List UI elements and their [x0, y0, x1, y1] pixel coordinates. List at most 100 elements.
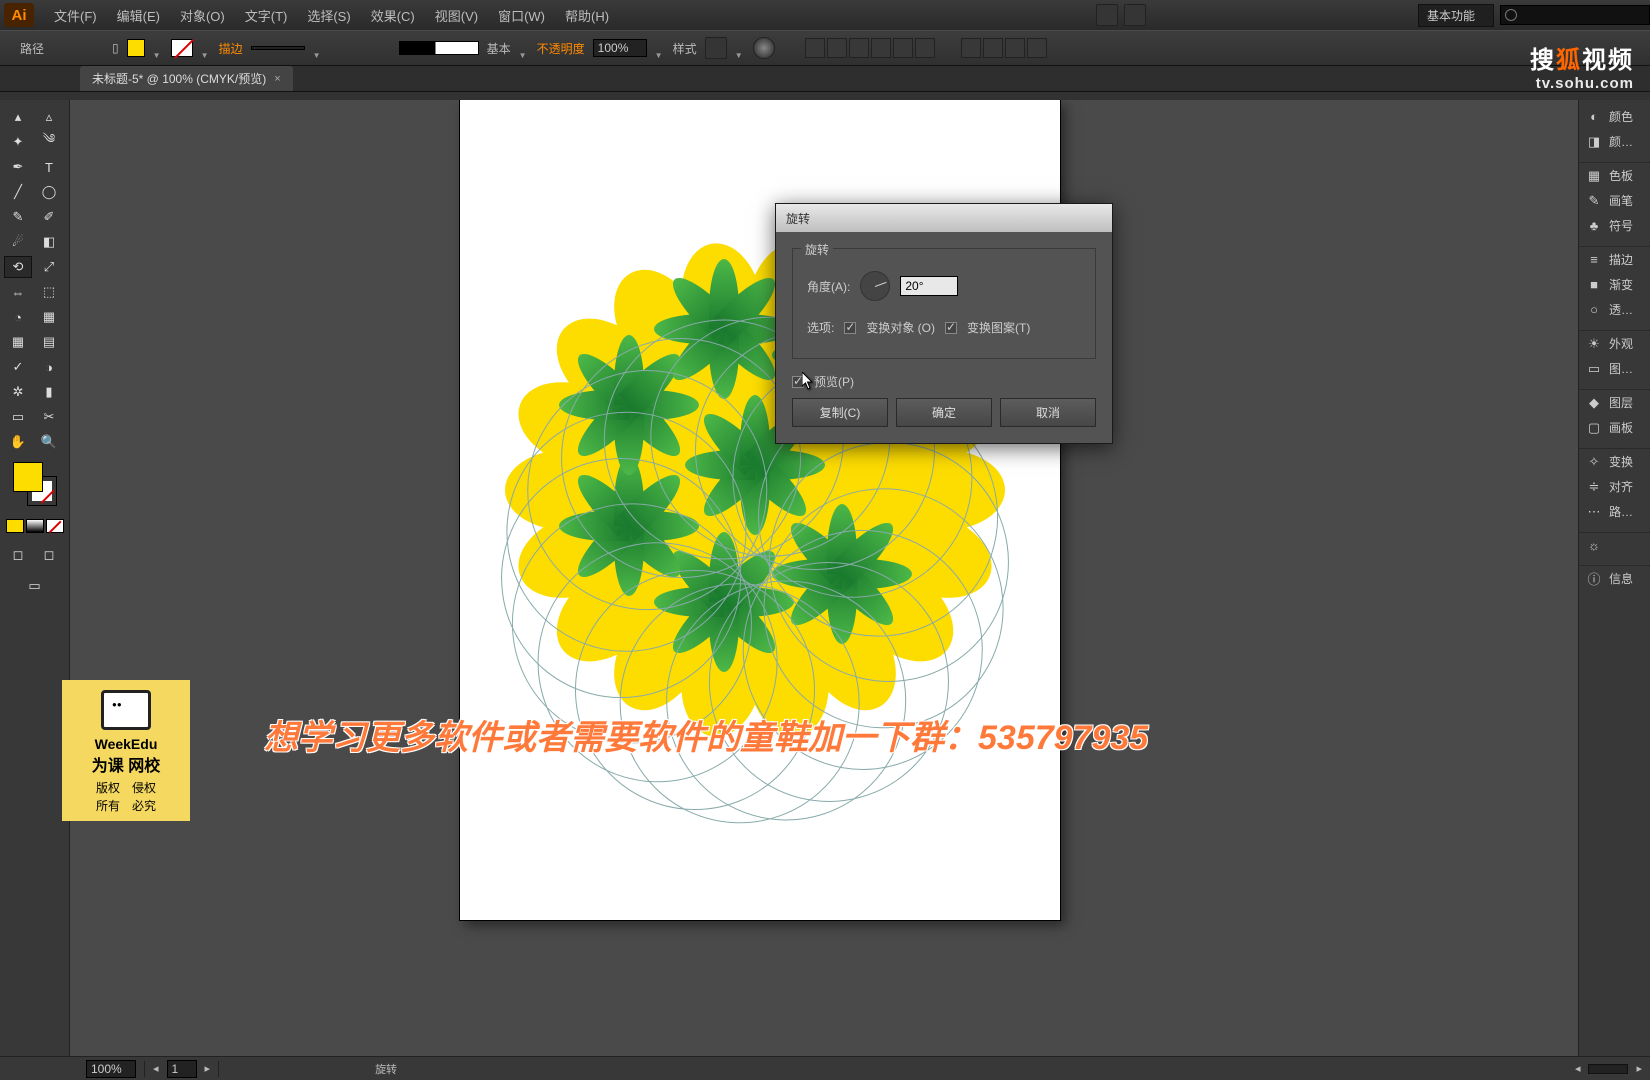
zoom-field[interactable]: 100% — [86, 1060, 136, 1078]
y-field-icon[interactable] — [983, 38, 1003, 58]
color-mode-icon[interactable] — [6, 519, 24, 533]
stroke-weight-dd-icon[interactable] — [313, 43, 323, 53]
ellipse-tool-icon[interactable]: ◯ — [35, 181, 63, 203]
scroll-left-icon[interactable]: ◂ — [1575, 1062, 1581, 1075]
type-tool-icon[interactable]: T — [35, 156, 63, 178]
eyedropper-tool-icon[interactable]: ✓ — [4, 356, 32, 378]
hand-tool-icon[interactable]: ✋ — [4, 431, 32, 453]
scroll-right-icon[interactable]: ▸ — [1636, 1062, 1642, 1075]
cancel-button[interactable]: 取消 — [1000, 398, 1096, 427]
dock-item-2[interactable]: ▦色板 — [1579, 163, 1650, 188]
screen-mode-icon[interactable]: ▭ — [21, 575, 49, 597]
lasso-tool-icon[interactable]: ༄ — [35, 131, 63, 153]
slice-tool-icon[interactable]: ✂ — [35, 406, 63, 428]
dock-item-7[interactable]: ○透… — [1579, 297, 1650, 322]
stroke-link-label[interactable]: 描边 — [219, 40, 243, 57]
bridge-icon[interactable] — [1096, 4, 1118, 26]
blend-tool-icon[interactable]: ◑ — [35, 356, 63, 378]
artboard-tool-icon[interactable]: ▭ — [4, 406, 32, 428]
zoom-tool-icon[interactable]: 🔍 — [35, 431, 63, 453]
graph-tool-icon[interactable]: ▮ — [35, 381, 63, 403]
pencil-tool-icon[interactable]: ✐ — [35, 206, 63, 228]
align-right-icon[interactable] — [849, 38, 869, 58]
fill-stroke-control[interactable] — [13, 462, 57, 506]
search-input[interactable] — [1500, 5, 1650, 25]
fill-dropdown-icon[interactable] — [153, 43, 163, 53]
menu-effect[interactable]: 效果(C) — [361, 6, 425, 25]
menu-object[interactable]: 对象(O) — [170, 6, 235, 25]
drawmode-normal-icon[interactable]: ◻ — [4, 544, 32, 566]
menu-edit[interactable]: 编辑(E) — [107, 6, 170, 25]
h-field-icon[interactable] — [1027, 38, 1047, 58]
w-field-icon[interactable] — [1005, 38, 1025, 58]
arrange-docs-icon[interactable] — [1124, 4, 1146, 26]
opacity-field[interactable]: 100% — [593, 39, 647, 57]
align-bottom-icon[interactable] — [915, 38, 935, 58]
opacity-dd-icon[interactable] — [655, 43, 665, 53]
dialog-title[interactable]: 旋转 — [776, 204, 1112, 232]
dock-item-16[interactable]: ⓘ信息 — [1579, 566, 1650, 591]
dock-item-8[interactable]: ☀外观 — [1579, 331, 1650, 356]
dock-item-11[interactable]: ▢画板 — [1579, 415, 1650, 440]
dock-item-9[interactable]: ▭图… — [1579, 356, 1650, 381]
menu-file[interactable]: 文件(F) — [44, 6, 107, 25]
transform-objects-checkbox[interactable] — [844, 322, 856, 334]
dock-item-13[interactable]: ≑对齐 — [1579, 474, 1650, 499]
angle-input[interactable] — [900, 276, 958, 296]
angle-dial-icon[interactable] — [860, 271, 890, 301]
recolor-icon[interactable] — [753, 37, 775, 59]
x-field-icon[interactable] — [961, 38, 981, 58]
preview-checkbox[interactable] — [792, 376, 804, 388]
magic-wand-tool-icon[interactable]: ✦ — [4, 131, 32, 153]
gradient-tool-icon[interactable]: ▤ — [35, 331, 63, 353]
menu-window[interactable]: 窗口(W) — [488, 6, 555, 25]
tab-close-icon[interactable]: × — [274, 73, 280, 85]
menu-help[interactable]: 帮助(H) — [555, 6, 619, 25]
shape-builder-tool-icon[interactable]: ◔ — [4, 306, 32, 328]
dock-item-4[interactable]: ♣符号 — [1579, 213, 1650, 238]
dock-item-15[interactable]: ☼ — [1579, 533, 1650, 557]
stroke-swatch[interactable] — [171, 39, 193, 57]
dock-item-0[interactable]: ◐颜色 — [1579, 104, 1650, 129]
menu-select[interactable]: 选择(S) — [297, 6, 360, 25]
fill-color-swatch[interactable] — [13, 462, 43, 492]
style-swatch[interactable] — [705, 37, 727, 59]
dock-item-10[interactable]: ◆图层 — [1579, 390, 1650, 415]
page-next-icon[interactable]: ▸ — [205, 1062, 211, 1075]
dock-item-3[interactable]: ✎画笔 — [1579, 188, 1650, 213]
profile-swatch[interactable] — [399, 41, 479, 55]
ok-button[interactable]: 确定 — [896, 398, 992, 427]
symbol-sprayer-tool-icon[interactable]: ✲ — [4, 381, 32, 403]
align-vcenter-icon[interactable] — [893, 38, 913, 58]
page-prev-icon[interactable]: ◂ — [153, 1062, 159, 1075]
free-transform-tool-icon[interactable]: ⬚ — [35, 281, 63, 303]
transform-patterns-checkbox[interactable] — [945, 322, 957, 334]
pen-tool-icon[interactable]: ✒ — [4, 156, 32, 178]
align-top-icon[interactable] — [871, 38, 891, 58]
paintbrush-tool-icon[interactable]: ✎ — [4, 206, 32, 228]
scale-tool-icon[interactable]: ⤢ — [35, 256, 63, 278]
fill-swatch[interactable] — [127, 39, 145, 57]
page-field[interactable]: 1 — [167, 1060, 197, 1078]
workspace-switcher[interactable]: 基本功能 — [1418, 4, 1494, 27]
dock-item-1[interactable]: ◨颜… — [1579, 129, 1650, 154]
selection-tool-icon[interactable]: ▴ — [4, 106, 32, 128]
mesh-tool-icon[interactable]: ▦ — [4, 331, 32, 353]
perspective-tool-icon[interactable]: ▦ — [35, 306, 63, 328]
document-tab[interactable]: 未标题-5* @ 100% (CMYK/预览) × — [80, 66, 293, 91]
blob-brush-tool-icon[interactable]: ☄ — [4, 231, 32, 253]
rotate-tool-icon[interactable]: ⟲ — [4, 256, 32, 278]
profile-dd-icon[interactable] — [519, 43, 529, 53]
stroke-dropdown-icon[interactable] — [201, 43, 211, 53]
style-dd-icon[interactable] — [735, 43, 745, 53]
align-hcenter-icon[interactable] — [827, 38, 847, 58]
copy-button[interactable]: 复制(C) — [792, 398, 888, 427]
none-mode-icon[interactable] — [46, 519, 64, 533]
gradient-mode-icon[interactable] — [26, 519, 44, 533]
opacity-link-label[interactable]: 不透明度 — [537, 40, 585, 57]
width-tool-icon[interactable]: ⇔ — [4, 281, 32, 303]
line-tool-icon[interactable]: ╱ — [4, 181, 32, 203]
dock-item-12[interactable]: ✧变换 — [1579, 449, 1650, 474]
eraser-tool-icon[interactable]: ◧ — [35, 231, 63, 253]
drawmode-behind-icon[interactable]: ◻ — [35, 544, 63, 566]
